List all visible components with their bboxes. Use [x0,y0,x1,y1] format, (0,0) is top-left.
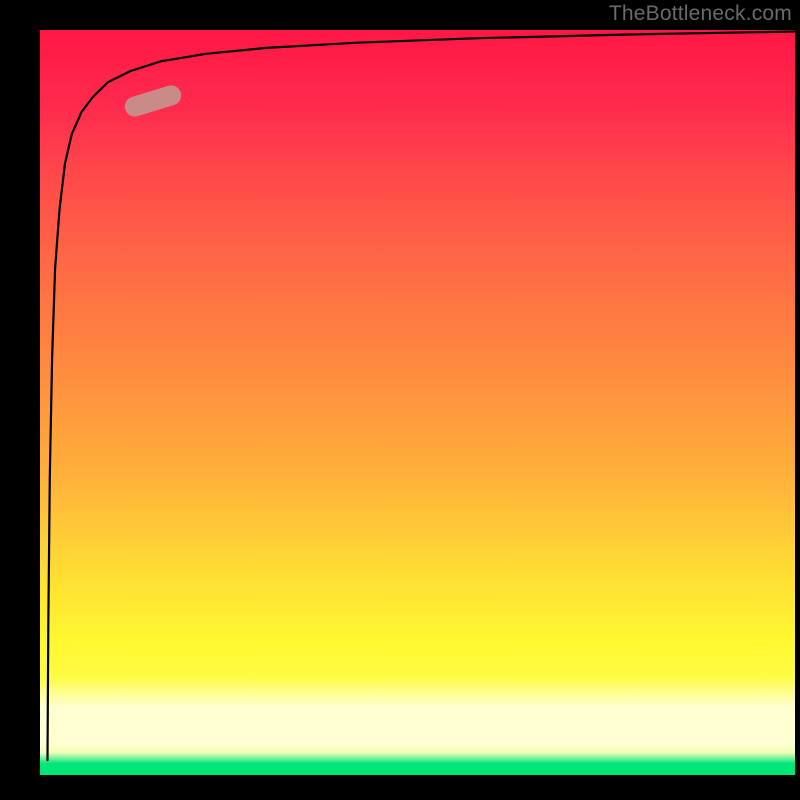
chart-frame: TheBottleneck.com [0,0,800,800]
curve-line [40,30,795,775]
watermark-text: TheBottleneck.com [609,2,792,26]
plot-area [40,30,795,775]
